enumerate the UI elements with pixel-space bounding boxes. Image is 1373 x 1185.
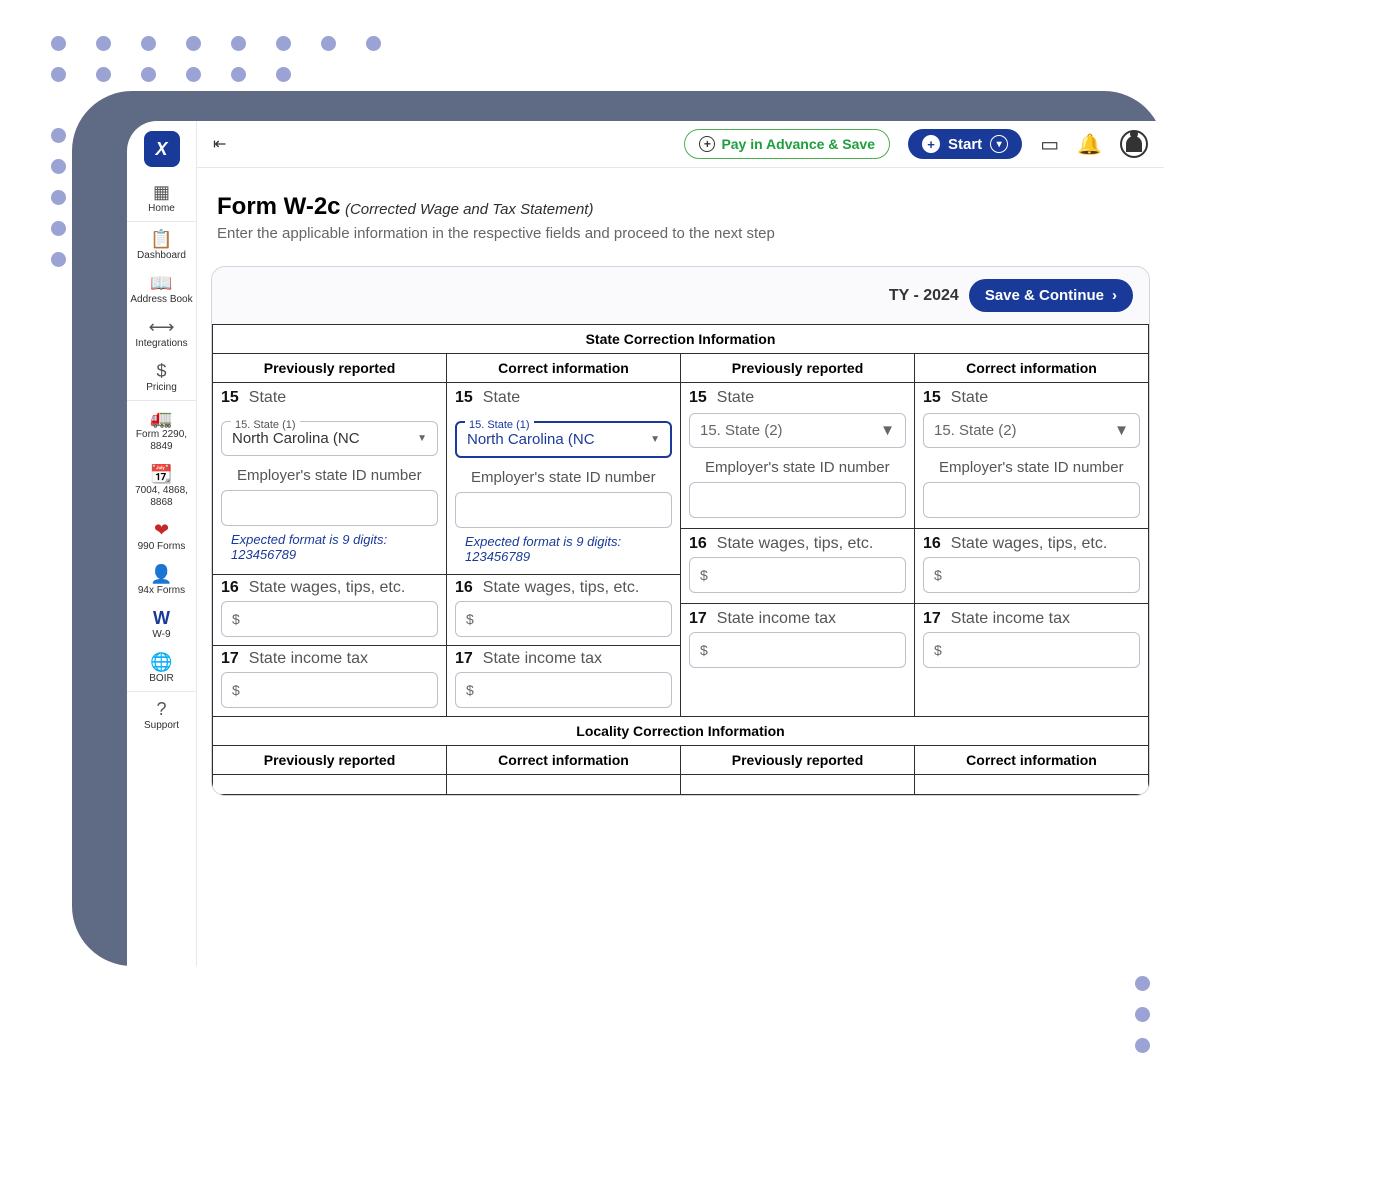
plus-icon: + bbox=[922, 135, 940, 153]
chevron-down-icon: ▼ bbox=[1114, 422, 1129, 439]
sidebar-item-94x[interactable]: 👤 94x Forms bbox=[127, 559, 196, 603]
wages-correct-1-input[interactable]: $ bbox=[455, 601, 672, 637]
pay-label: Pay in Advance & Save bbox=[721, 136, 875, 152]
heart-icon: ❤ bbox=[154, 521, 169, 539]
start-label: Start bbox=[948, 136, 982, 153]
state1-legend: 15. State (1) bbox=[465, 420, 534, 431]
topbar: ⇤ + Pay in Advance & Save + Start ▾ ▭ 🔔 bbox=[197, 121, 1164, 168]
employer-id-label: Employer's state ID number bbox=[237, 466, 438, 486]
device-frame: X ⇤ + Pay in Advance & Save + Start ▾ bbox=[72, 91, 1164, 966]
page-description: Enter the applicable information in the … bbox=[217, 225, 1144, 242]
home-icon: ▦ bbox=[153, 183, 170, 201]
sidebar-item-7004[interactable]: 📆 7004, 4868, 8868 bbox=[127, 459, 196, 515]
save-continue-button[interactable]: Save & Continue › bbox=[969, 279, 1133, 312]
main-content: Form W-2c (Corrected Wage and Tax Statem… bbox=[197, 177, 1164, 966]
pay-in-advance-button[interactable]: + Pay in Advance & Save bbox=[684, 129, 890, 159]
sidebar-item-address-book[interactable]: 📖 Address Book bbox=[127, 268, 196, 312]
locality-section-title: Locality Correction Information bbox=[213, 716, 1149, 745]
loc-col-prev-1: Previously reported bbox=[213, 745, 447, 774]
w9-icon: W bbox=[153, 609, 170, 627]
state-section-title: State Correction Information bbox=[213, 325, 1149, 354]
tax-prev-2-input[interactable]: $ bbox=[689, 632, 906, 668]
chevron-down-icon: ▾ bbox=[990, 135, 1008, 153]
col-prev-1: Previously reported bbox=[213, 354, 447, 383]
tax-correct-1-input[interactable]: $ bbox=[455, 672, 672, 708]
form-card: TY - 2024 Save & Continue › State Correc… bbox=[211, 266, 1150, 796]
tax-correct-2-input[interactable]: $ bbox=[923, 632, 1140, 668]
employer-id-correct-1-input[interactable] bbox=[455, 492, 672, 528]
sidebar-item-support[interactable]: ? Support bbox=[127, 691, 196, 738]
plus-icon: + bbox=[699, 136, 715, 152]
person-icon: 👤 bbox=[150, 565, 172, 583]
id-card-icon[interactable]: ▭ bbox=[1040, 132, 1059, 157]
employer-id-prev-1-input[interactable] bbox=[221, 490, 438, 526]
wages-correct-2-input[interactable]: $ bbox=[923, 557, 1140, 593]
employer-id-label: Employer's state ID number bbox=[471, 468, 672, 488]
pricing-icon: $ bbox=[156, 362, 166, 380]
sidebar-item-990[interactable]: ❤ 990 Forms bbox=[127, 515, 196, 559]
sidebar-toggle-icon[interactable]: ⇤ bbox=[213, 134, 226, 154]
state-correction-table: State Correction Information Previously … bbox=[212, 324, 1149, 795]
globe-icon: 🌐 bbox=[150, 653, 172, 671]
col-prev-2: Previously reported bbox=[681, 354, 915, 383]
tax-prev-1-input[interactable]: $ bbox=[221, 672, 438, 708]
sidebar-item-home[interactable]: ▦ Home bbox=[127, 177, 196, 221]
col-correct-2: Correct information bbox=[915, 354, 1149, 383]
chevron-right-icon: › bbox=[1112, 287, 1117, 304]
sidebar-item-dashboard[interactable]: 📋 Dashboard bbox=[127, 221, 196, 268]
state1-legend: 15. State (1) bbox=[231, 420, 300, 431]
sidebar: ▦ Home 📋 Dashboard 📖 Address Book ⟷ Inte… bbox=[127, 177, 197, 966]
sidebar-item-integrations[interactable]: ⟷ Integrations bbox=[127, 312, 196, 356]
calendar-icon: 📆 bbox=[150, 465, 172, 483]
bell-icon[interactable]: 🔔 bbox=[1077, 132, 1102, 157]
integrations-icon: ⟷ bbox=[149, 318, 175, 336]
book-icon: 📖 bbox=[150, 274, 172, 292]
app-window: X ⇤ + Pay in Advance & Save + Start ▾ bbox=[127, 121, 1164, 966]
wages-prev-2-input[interactable]: $ bbox=[689, 557, 906, 593]
page-subtitle: (Corrected Wage and Tax Statement) bbox=[345, 201, 593, 218]
col-correct-1: Correct information bbox=[447, 354, 681, 383]
tax-year-label: TY - 2024 bbox=[889, 287, 959, 305]
app-logo: X bbox=[144, 131, 180, 167]
support-icon: ? bbox=[156, 700, 166, 718]
employer-id-label: Employer's state ID number bbox=[705, 458, 906, 478]
chevron-down-icon: ▼ bbox=[880, 422, 895, 439]
employer-id-label: Employer's state ID number bbox=[939, 458, 1140, 478]
loc-col-correct-2: Correct information bbox=[915, 745, 1149, 774]
state-2-correct-dropdown[interactable]: 15. State (2) ▼ bbox=[923, 413, 1140, 448]
employer-id-correct-2-input[interactable] bbox=[923, 482, 1140, 518]
wages-prev-1-input[interactable]: $ bbox=[221, 601, 438, 637]
employer-id-prev-2-input[interactable] bbox=[689, 482, 906, 518]
state-2-prev-dropdown[interactable]: 15. State (2) ▼ bbox=[689, 413, 906, 448]
chevron-down-icon: ▼ bbox=[417, 433, 427, 444]
page-title: Form W-2c bbox=[217, 193, 341, 220]
chevron-down-icon: ▼ bbox=[650, 434, 660, 445]
sidebar-item-form-2290[interactable]: 🚛 Form 2290, 8849 bbox=[127, 400, 196, 459]
profile-icon[interactable] bbox=[1120, 130, 1148, 158]
sidebar-item-boir[interactable]: 🌐 BOIR bbox=[127, 647, 196, 691]
loc-col-prev-2: Previously reported bbox=[681, 745, 915, 774]
truck-icon: 🚛 bbox=[150, 409, 172, 427]
loc-col-correct-1: Correct information bbox=[447, 745, 681, 774]
sidebar-item-w9[interactable]: W W-9 bbox=[127, 603, 196, 647]
start-button[interactable]: + Start ▾ bbox=[908, 129, 1022, 159]
sidebar-item-pricing[interactable]: $ Pricing bbox=[127, 356, 196, 400]
dashboard-icon: 📋 bbox=[150, 230, 172, 248]
